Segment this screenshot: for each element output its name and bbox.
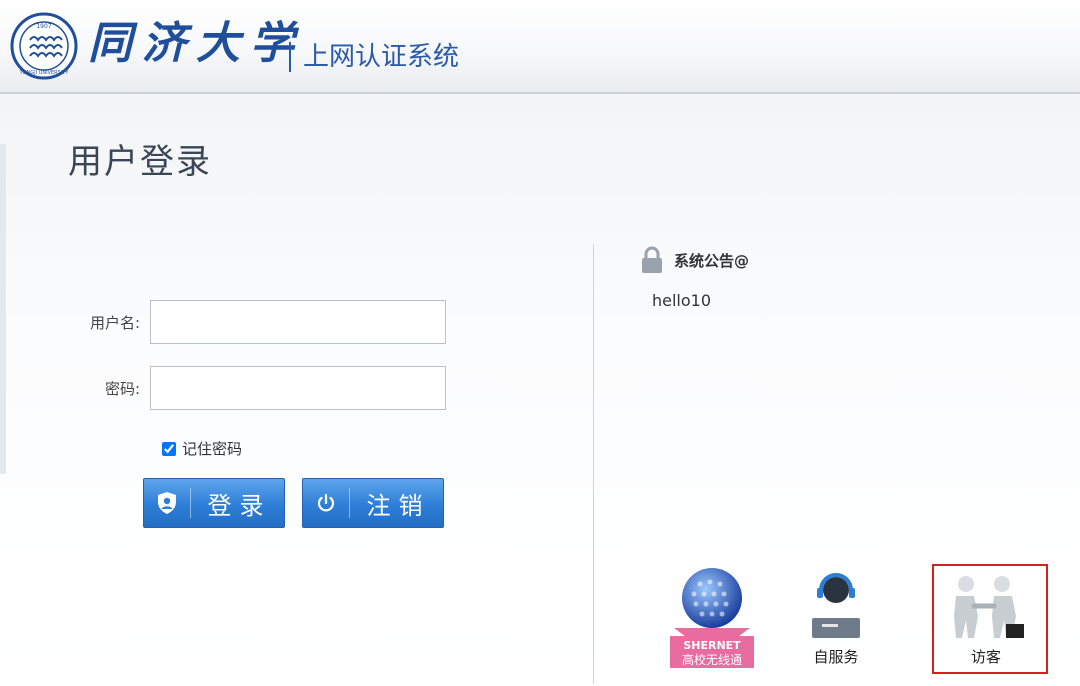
system-name: 上网认证系统 [303, 42, 460, 72]
shernet-brand-text: SHERNET [683, 639, 741, 652]
logout-button[interactable]: 注销 [302, 478, 444, 528]
password-input[interactable] [150, 366, 446, 410]
header-separator [289, 42, 291, 72]
remember-password-label: 记住密码 [182, 440, 243, 458]
login-button-label: 登录 [207, 491, 272, 520]
notice-body: hello10 [652, 291, 712, 310]
svg-text:TONGJI UNIVERSITY: TONGJI UNIVERSITY [19, 70, 70, 76]
svg-text:1907: 1907 [36, 23, 51, 30]
remember-password[interactable]: 记住密码 [162, 438, 242, 459]
shernet-globe-icon: SHERNET 高校无线通 [670, 568, 754, 668]
main-panel: 用户登录 用户名: 密码: 记住密码 登录 注销 系统公告@ hello10 S… [0, 94, 1080, 686]
lock-icon [642, 246, 662, 273]
page-title: 用户登录 [68, 142, 212, 182]
vertical-divider [593, 244, 594, 684]
username-label: 用户名: [89, 314, 140, 332]
guest-label: 访客 [970, 648, 1001, 666]
notice-title: 系统公告@ [674, 251, 750, 270]
left-edge-strip [0, 144, 6, 474]
university-name-logo: 同济大学 [88, 18, 304, 69]
guest-shortcut[interactable]: 访客 [944, 572, 1028, 667]
handshake-icon [954, 576, 1024, 638]
login-button[interactable]: 登录 [143, 478, 285, 528]
power-icon [303, 492, 349, 514]
self-service-shortcut[interactable]: 自服务 [804, 572, 868, 667]
shernet-shortcut[interactable]: SHERNET 高校无线通 [668, 564, 756, 672]
remember-password-checkbox[interactable] [162, 441, 176, 456]
shernet-sub-text: 高校无线通 [682, 652, 742, 667]
headset-agent-icon [812, 573, 860, 638]
self-service-label: 自服务 [813, 648, 859, 666]
university-seal-logo: 1907 TONGJI UNIVERSITY [10, 12, 78, 80]
logout-button-label: 注销 [366, 491, 431, 520]
header-bar: 1907 TONGJI UNIVERSITY 同济大学 上网认证系统 [0, 0, 1080, 94]
notice-header: 系统公告@ [640, 246, 749, 274]
password-label: 密码: [104, 380, 140, 398]
shield-user-icon [144, 491, 190, 515]
username-input[interactable] [150, 300, 446, 344]
